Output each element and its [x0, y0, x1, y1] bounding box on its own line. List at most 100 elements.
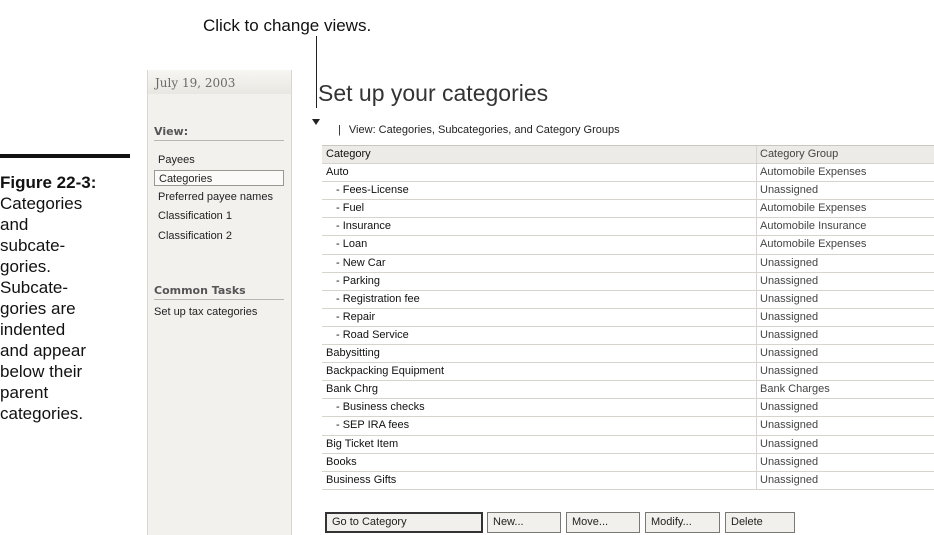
category-cell: Big Ticket Item	[326, 437, 399, 450]
category-group-cell: Unassigned	[760, 184, 819, 197]
sidebar-item-classification-2[interactable]: Classification 2	[154, 228, 284, 244]
category-cell: Babysitting	[326, 347, 380, 360]
category-group-cell: Bank Charges	[760, 383, 830, 396]
table-row[interactable]: Bank Chrg Bank Charges	[322, 381, 934, 400]
category-cell: - Fuel	[336, 202, 365, 215]
column-divider	[756, 453, 757, 471]
table-row[interactable]: - Fuel Automobile Expenses	[322, 200, 934, 219]
down-arrow-icon	[312, 119, 320, 125]
callout-text: Click to change views.	[203, 16, 372, 35]
column-divider	[756, 164, 757, 182]
category-cell: - Registration fee	[336, 292, 420, 305]
category-cell: Backpacking Equipment	[326, 365, 445, 378]
table-row[interactable]: - Registration fee Unassigned	[322, 290, 934, 309]
date-bar: July 19, 2003	[148, 70, 291, 94]
column-divider	[756, 363, 757, 381]
delete-button[interactable]: Delete	[725, 512, 795, 533]
category-group-cell: Unassigned	[760, 256, 819, 269]
category-group-cell: Unassigned	[760, 401, 819, 414]
category-group-cell: Unassigned	[760, 365, 819, 378]
move-button[interactable]: Move...	[566, 512, 640, 533]
category-cell: - Loan	[336, 238, 368, 251]
view-heading: View:	[154, 125, 284, 141]
category-group-cell: Automobile Insurance	[760, 220, 867, 233]
category-group-cell: Unassigned	[760, 328, 819, 341]
view-selector[interactable]: | View: Categories, Subcategories, and C…	[338, 124, 620, 136]
category-group-cell: Unassigned	[760, 310, 819, 323]
figure-number: Figure 22-3:	[0, 173, 97, 192]
go-to-category-button[interactable]: Go to Category	[325, 512, 483, 533]
view-separator: |	[338, 124, 341, 136]
table-row[interactable]: - New Car Unassigned	[322, 254, 934, 273]
category-cell: - Parking	[336, 274, 381, 287]
column-header-category[interactable]: Category	[326, 146, 756, 163]
category-cell: - SEP IRA fees	[336, 419, 410, 432]
sidebar-item-categories[interactable]: Categories	[154, 170, 284, 186]
category-cell: - Fees-License	[336, 184, 409, 197]
column-divider	[756, 326, 757, 345]
table-row[interactable]: - Repair Unassigned	[322, 308, 934, 327]
new-button[interactable]: New...	[487, 512, 561, 533]
category-group-cell: Unassigned	[760, 437, 819, 450]
table-row[interactable]: - Insurance Automobile Insurance	[322, 218, 934, 237]
table-row[interactable]: Business Gifts Unassigned	[322, 471, 934, 490]
table-row[interactable]: Books Unassigned	[322, 453, 934, 472]
table-row[interactable]: Babysitting Unassigned	[322, 345, 934, 364]
categories-table: Category Category Group Auto Automobile E…	[322, 145, 934, 490]
category-cell: Books	[326, 455, 357, 468]
page-title: Set up your categories	[318, 80, 549, 106]
category-cell: - Repair	[336, 310, 376, 323]
column-divider	[756, 308, 757, 326]
column-divider	[756, 290, 757, 308]
sidebar: July 19, 2003 View: Payees Categories Pref…	[147, 70, 292, 535]
table-row[interactable]: Backpacking Equipment Unassigned	[322, 363, 934, 382]
table-row[interactable]: - SEP IRA fees Unassigned	[322, 417, 934, 436]
table-row[interactable]: Big Ticket Item Unassigned	[322, 435, 934, 454]
column-divider	[756, 146, 757, 164]
column-divider	[756, 200, 757, 218]
category-group-cell: Unassigned	[760, 347, 819, 360]
task-link[interactable]: Set up tax categories	[154, 304, 284, 320]
view-label[interactable]: View: Categories, Subcategories, and Cat…	[349, 124, 620, 136]
category-group-cell: Unassigned	[760, 473, 819, 486]
column-divider	[756, 182, 757, 200]
table-row[interactable]: - Business checks Unassigned	[322, 399, 934, 418]
category-cell: Business Gifts	[326, 473, 397, 486]
category-cell: Bank Chrg	[326, 383, 378, 396]
column-divider	[756, 272, 757, 290]
column-header-category-group[interactable]: Category Group	[760, 146, 930, 163]
category-cell: - Road Service	[336, 328, 409, 341]
figure-caption: Figure 22-3: Categories and subcate- gor…	[0, 172, 140, 424]
sidebar-item-preferred-payee-names[interactable]: Preferred payee names	[154, 189, 284, 205]
column-divider	[756, 399, 757, 417]
category-group-cell: Unassigned	[760, 274, 819, 287]
table-row[interactable]: - Fees-License Unassigned	[322, 182, 934, 201]
column-divider	[756, 381, 757, 399]
category-group-cell: Unassigned	[760, 455, 819, 468]
category-group-cell: Automobile Expenses	[760, 166, 867, 179]
category-cell: Auto	[326, 166, 349, 179]
category-group-cell: Unassigned	[760, 419, 819, 432]
table-row[interactable]: Auto Automobile Expenses	[322, 164, 934, 183]
figure-description: Categories and subcate- gories. Subcate-…	[0, 194, 87, 423]
category-cell: - Insurance	[336, 220, 392, 233]
common-tasks-heading: Common Tasks	[154, 284, 284, 300]
column-divider	[756, 345, 757, 363]
table-row[interactable]: - Road Service Unassigned	[322, 326, 934, 346]
category-group-cell: Unassigned	[760, 292, 819, 305]
column-divider	[756, 435, 757, 453]
column-divider	[756, 254, 757, 272]
column-divider	[756, 417, 757, 435]
category-cell: - New Car	[336, 256, 386, 269]
caption-rule	[0, 154, 130, 158]
modify-button[interactable]: Modify...	[645, 512, 720, 533]
sidebar-item-classification-1[interactable]: Classification 1	[154, 208, 284, 224]
sidebar-item-payees[interactable]: Payees	[154, 152, 284, 168]
column-divider	[756, 236, 757, 254]
table-header: Category Category Group	[322, 146, 934, 165]
column-divider	[756, 471, 757, 489]
category-group-cell: Automobile Expenses	[760, 202, 867, 215]
table-row[interactable]: - Parking Unassigned	[322, 272, 934, 291]
table-row[interactable]: - Loan Automobile Expenses	[322, 236, 934, 255]
callout-leader-line	[316, 36, 317, 108]
